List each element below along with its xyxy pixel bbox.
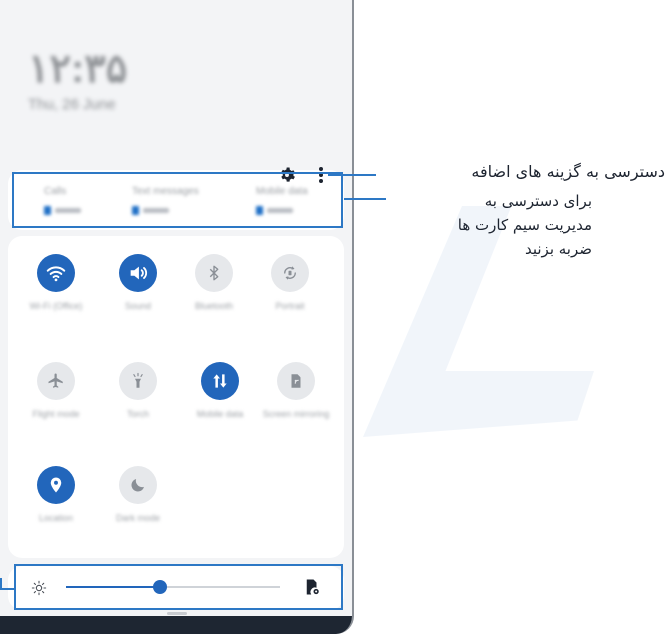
airplane-icon[interactable] bbox=[37, 362, 75, 400]
sim-callout-line2: مدیریت سیم کارت ها bbox=[457, 216, 592, 234]
tile-location[interactable]: Location bbox=[16, 466, 96, 556]
tile-label: Location bbox=[38, 513, 74, 523]
tile-label: Mobile data bbox=[196, 409, 244, 419]
tile-dark-mode[interactable]: Dark mode bbox=[98, 466, 178, 556]
tile-label: Flight mode bbox=[32, 409, 80, 419]
tile-wifi[interactable]: Wi-Fi (Office) bbox=[16, 254, 96, 344]
tile-mobile-data[interactable]: Mobile data bbox=[180, 362, 260, 452]
phone-screen: ۱۲:۳۵ Thu, 26 June Calls Text messages M… bbox=[0, 0, 354, 634]
tile-label: Bluetooth bbox=[194, 301, 234, 311]
brightness-highlight bbox=[14, 564, 343, 610]
sim-callout-line1: برای دسترسی به bbox=[484, 192, 592, 210]
auto-rotate-icon[interactable] bbox=[271, 254, 309, 292]
tile-label: Wi-Fi (Office) bbox=[29, 301, 83, 311]
wifi-icon[interactable] bbox=[37, 254, 75, 292]
tile-bluetooth[interactable]: Bluetooth bbox=[174, 254, 254, 344]
location-icon[interactable] bbox=[37, 466, 75, 504]
tile-label: Screen mirroring bbox=[262, 409, 330, 419]
tile-screen-mirroring[interactable]: Screen mirroring bbox=[256, 362, 336, 452]
date-text: Thu, 26 June bbox=[28, 96, 116, 113]
tile-label: Portrait bbox=[275, 301, 305, 311]
tile-label: Torch bbox=[126, 409, 149, 419]
bluetooth-icon[interactable] bbox=[195, 254, 233, 292]
sound-icon[interactable] bbox=[119, 254, 157, 292]
sim-manager-highlight bbox=[12, 172, 343, 228]
brightness-leader-line-h bbox=[0, 588, 16, 590]
tile-auto-rotate[interactable]: Portrait bbox=[250, 254, 330, 344]
tile-sound[interactable]: Sound bbox=[98, 254, 178, 344]
more-options-leader-line bbox=[328, 174, 376, 176]
lockscreen-clock-area: ۱۲:۳۵ Thu, 26 June bbox=[28, 46, 127, 113]
sim-callout-line3: ضربه بزنید bbox=[524, 240, 592, 258]
flashlight-icon[interactable] bbox=[119, 362, 157, 400]
clock-text: ۱۲:۳۵ bbox=[28, 47, 128, 91]
tile-label: Sound bbox=[124, 301, 152, 311]
tile-flashlight[interactable]: Torch bbox=[98, 362, 178, 452]
tile-label: Dark mode bbox=[115, 513, 160, 523]
tile-airplane[interactable]: Flight mode bbox=[16, 362, 96, 452]
panel-drag-handle[interactable] bbox=[167, 612, 187, 615]
mobile-data-icon[interactable] bbox=[201, 362, 239, 400]
moon-icon[interactable] bbox=[119, 466, 157, 504]
more-options-callout: دسترسی به گزینه های اضافه bbox=[471, 162, 665, 181]
phone-bottom-bezel bbox=[0, 616, 352, 634]
screen-mirror-icon[interactable] bbox=[277, 362, 315, 400]
